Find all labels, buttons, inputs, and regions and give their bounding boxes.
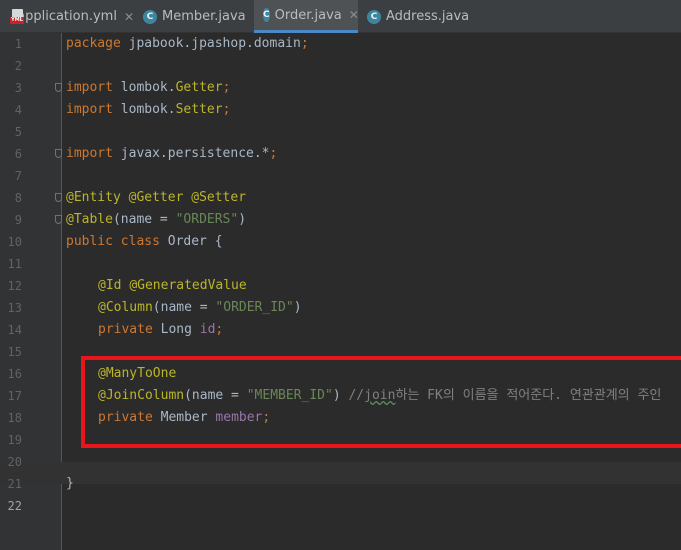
line-number: 5 [14, 125, 22, 139]
code-line-21: } [66, 476, 74, 491]
line-number: 1 [14, 37, 22, 51]
fold-icon[interactable] [55, 83, 62, 92]
tab-label: application.yml [17, 9, 117, 24]
code-line-4: import lombok.Setter; [66, 102, 231, 117]
editor-tab-bar: YML application.yml ✕ C Member.java C Or… [0, 0, 681, 33]
code-line-1: package jpabook.jpashop.domain; [66, 36, 309, 51]
line-number: 21 [7, 477, 22, 491]
code-line-6: import javax.persistence.*; [66, 146, 278, 161]
code-line-8: @Entity @Getter @Setter [66, 190, 247, 205]
code-line-13: @Column(name = "ORDER_ID") [98, 300, 302, 315]
tab-order-java[interactable]: C Order.java ✕ [254, 0, 359, 33]
highlight-annotation-box [81, 356, 681, 448]
fold-icon[interactable] [55, 193, 62, 202]
line-number: 2 [14, 59, 22, 73]
close-icon[interactable]: ✕ [124, 10, 134, 24]
line-number: 16 [7, 367, 22, 381]
tab-member-java[interactable]: C Member.java [134, 0, 254, 33]
tab-label: Member.java [162, 9, 246, 24]
code-line-10: public class Order { [66, 234, 223, 249]
line-number: 15 [7, 345, 22, 359]
line-number: 20 [7, 455, 22, 469]
line-number: 7 [14, 169, 22, 183]
line-number: 22 [7, 499, 22, 513]
fold-icon[interactable] [55, 215, 62, 224]
line-number: 6 [14, 147, 22, 161]
class-icon: C [263, 8, 270, 22]
tab-label: Order.java [274, 7, 342, 23]
line-number: 8 [14, 191, 22, 205]
fold-icon[interactable] [55, 149, 62, 158]
code-line-12: @Id @GeneratedValue [98, 278, 247, 293]
code-line-9: @Table(name = "ORDERS") [66, 212, 247, 227]
line-number: 17 [7, 389, 22, 403]
line-number: 9 [14, 213, 22, 227]
code-line-14: private Long id; [98, 322, 224, 337]
line-number: 10 [7, 235, 22, 249]
line-number: 19 [7, 433, 22, 447]
line-number: 14 [7, 323, 22, 337]
line-number: 3 [14, 81, 22, 95]
line-number: 4 [14, 103, 22, 117]
line-number: 11 [7, 257, 22, 271]
tab-address-java[interactable]: C Address.java [358, 0, 470, 33]
class-icon: C [143, 9, 157, 24]
line-number: 18 [7, 411, 22, 425]
yml-file-icon: YML [10, 8, 24, 25]
line-number: 13 [7, 301, 22, 315]
class-icon: C [367, 9, 381, 24]
tab-label: Address.java [386, 9, 470, 24]
code-line-3: import lombok.Getter; [66, 80, 231, 95]
line-number: 12 [7, 279, 22, 293]
tab-application-yml[interactable]: YML application.yml ✕ [0, 0, 134, 33]
